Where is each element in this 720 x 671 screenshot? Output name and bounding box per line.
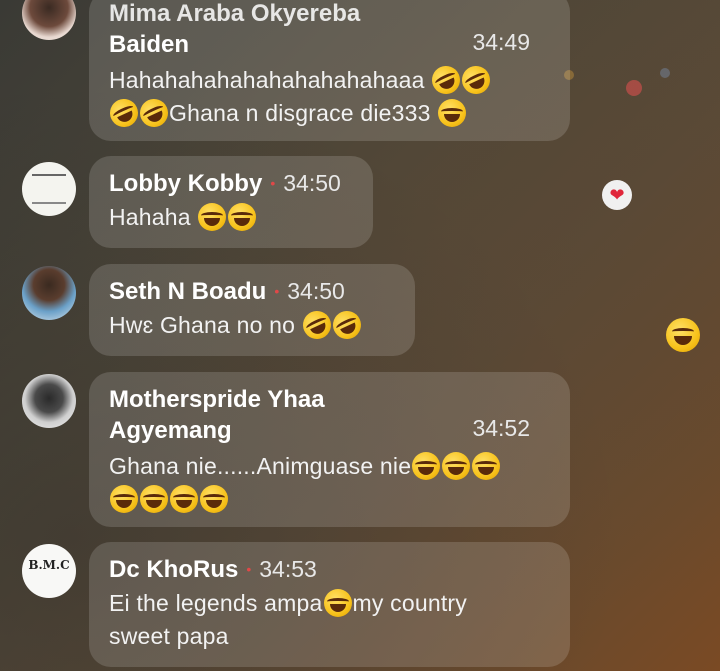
avatar[interactable]: B.M.C (22, 544, 76, 598)
laughing-emoji-icon (140, 485, 168, 513)
comment-text-cont (109, 483, 550, 516)
laughing-emoji-icon (228, 203, 257, 231)
comment-bubble[interactable]: Seth N Boadu • 34:50 Hwɛ Ghana no no (89, 264, 415, 356)
avatar[interactable] (22, 266, 76, 320)
laughing-emoji-icon (472, 452, 501, 480)
comment-text: Hahaha (109, 201, 353, 234)
commenter-name-cont[interactable]: Baiden (109, 29, 189, 60)
separator-dot: • (246, 561, 252, 577)
rofl-emoji-icon (427, 61, 465, 99)
avatar-text-image (32, 174, 66, 204)
floating-dot (660, 68, 670, 78)
laughing-emoji-icon (110, 485, 138, 513)
rofl-emoji-icon (328, 306, 366, 344)
separator-dot: • (274, 283, 280, 299)
rofl-emoji-icon (457, 61, 495, 99)
comment-text: Ghana nie......Animguase nie (109, 450, 550, 483)
separator-dot: • (270, 175, 276, 191)
heart-icon: ❤ (602, 180, 632, 210)
comment-text-cont: Ghana n disgrace die333 (105, 94, 550, 132)
commenter-name-cont[interactable]: Agyemang (109, 415, 232, 446)
rofl-emoji-icon (135, 94, 173, 132)
laughing-emoji-icon (200, 485, 228, 513)
comment-bubble[interactable]: Motherspride Yhaa Agyemang 34:52 Ghana n… (89, 372, 570, 527)
avatar[interactable] (22, 162, 76, 216)
comment-time: 34:49 (472, 29, 530, 55)
comment-text: Hwɛ Ghana no no (109, 306, 395, 344)
laughing-emoji-icon (323, 589, 352, 617)
commenter-name[interactable]: Lobby Kobby (109, 168, 262, 199)
comment-time: 34:53 (259, 556, 317, 582)
commenter-name[interactable]: Seth N Boadu (109, 276, 266, 307)
commenter-name[interactable]: Motherspride Yhaa (109, 384, 550, 415)
laughing-emoji-icon (438, 99, 467, 127)
laughing-emoji-icon (412, 452, 441, 480)
comment-time: 34:52 (472, 415, 530, 441)
comment-text-cont: sweet papa (109, 623, 229, 649)
comment-time: 34:50 (283, 170, 341, 196)
laughing-emoji-icon (666, 318, 700, 352)
laughing-emoji-icon (170, 485, 198, 513)
laughing-emoji-icon (198, 203, 227, 231)
comment-text: Hahahahahahahahahahahaaa (109, 61, 550, 99)
commenter-name[interactable]: Dc KhoRus (109, 554, 238, 585)
floating-heart-icon (626, 80, 642, 96)
comment-bubble[interactable]: Dc KhoRus • 34:53 Ei the legends ampa my … (89, 542, 570, 667)
avatar[interactable] (22, 374, 76, 428)
comment-bubble[interactable]: Mima Araba Okyereba Baiden 34:49 Hahahah… (89, 0, 570, 141)
comment-text: Ei the legends ampa my country (109, 589, 467, 617)
commenter-name[interactable]: Mima Araba Okyereba (109, 0, 550, 29)
avatar-logo-text: B.M.C (28, 558, 70, 572)
laughing-emoji-icon (442, 452, 471, 480)
comment-time: 34:50 (287, 278, 345, 304)
comment-bubble[interactable]: Lobby Kobby • 34:50 Hahaha (89, 156, 373, 248)
rofl-emoji-icon (298, 306, 336, 344)
rofl-emoji-icon (105, 94, 143, 132)
